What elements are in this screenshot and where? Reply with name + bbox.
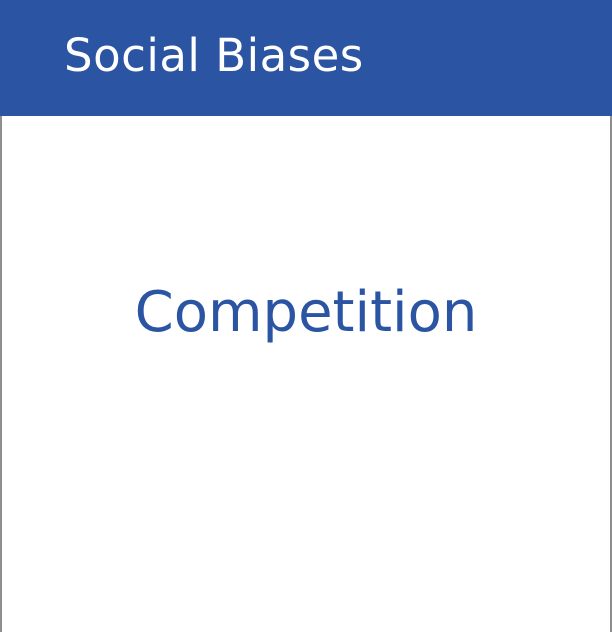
header-bar: Social Biases [0,0,612,116]
page-title: Social Biases [64,29,364,82]
flashcard[interactable]: Competition [0,116,612,632]
card-term: Competition [134,280,478,345]
